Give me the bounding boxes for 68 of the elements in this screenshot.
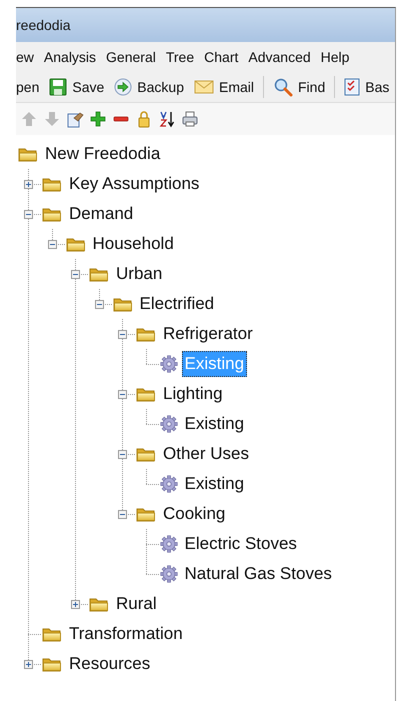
menu-item[interactable]: Analysis xyxy=(38,46,102,68)
menu-item[interactable]: ew xyxy=(16,46,39,68)
outline-node[interactable]: Refrigerator xyxy=(160,321,256,347)
folder-icon xyxy=(42,656,62,672)
collapse-icon[interactable] xyxy=(71,270,80,278)
outline-node[interactable]: Key Assumptions xyxy=(66,171,202,197)
toolbar-button[interactable]: Bas xyxy=(339,76,394,98)
backup-icon xyxy=(114,78,132,96)
sort-icon[interactable] xyxy=(158,110,176,128)
collapse-icon[interactable] xyxy=(118,510,127,518)
expand-icon[interactable] xyxy=(71,600,80,608)
outline-node[interactable]: Household xyxy=(90,231,177,257)
toolbar-button[interactable]: Save xyxy=(44,76,110,98)
outline-node[interactable]: Existing xyxy=(182,471,248,497)
toolbar-button[interactable]: pen xyxy=(16,77,44,97)
properties-icon[interactable] xyxy=(66,110,84,128)
collapse-icon[interactable] xyxy=(94,300,104,308)
toolbar-button[interactable]: Find xyxy=(268,75,330,99)
outline-node[interactable]: Resources xyxy=(66,651,154,677)
folder-icon xyxy=(18,146,38,162)
folder-icon xyxy=(42,176,62,192)
outline-node[interactable]: New Freedodia xyxy=(42,141,164,167)
folder-icon xyxy=(89,266,109,282)
collapse-icon[interactable] xyxy=(118,330,127,338)
outline-node[interactable]: Demand xyxy=(66,201,136,227)
envelope-icon xyxy=(194,79,214,95)
gear-icon xyxy=(160,475,178,493)
outline-node[interactable]: Urban xyxy=(113,261,166,287)
gear-icon xyxy=(160,415,178,433)
outline-node[interactable]: Electrified xyxy=(136,291,218,317)
folder-icon xyxy=(42,626,62,642)
outline-node[interactable]: Other Uses xyxy=(160,441,252,467)
gear-icon xyxy=(160,565,178,583)
expand-icon[interactable] xyxy=(24,660,33,668)
gear-icon xyxy=(160,535,178,553)
expand-icon[interactable] xyxy=(24,180,33,188)
collapse-icon[interactable] xyxy=(118,450,127,458)
outline-node[interactable]: Natural Gas Stoves xyxy=(182,561,335,587)
folder-icon xyxy=(112,296,132,312)
window-title: reedodia xyxy=(16,17,70,33)
outline-node[interactable]: Rural xyxy=(113,591,160,617)
folder-icon xyxy=(136,446,156,462)
search-icon xyxy=(273,77,293,97)
toolbar-button[interactable]: Email xyxy=(188,77,259,97)
outline-node[interactable]: Lighting xyxy=(160,381,226,407)
folder-icon xyxy=(136,386,156,402)
folder-icon xyxy=(136,506,156,522)
checklist-icon xyxy=(344,78,360,96)
menu-item[interactable]: Help xyxy=(316,46,354,68)
collapse-icon[interactable] xyxy=(118,390,127,398)
toolbar-button[interactable]: Backup xyxy=(109,76,189,98)
outline-node[interactable]: Electric Stoves xyxy=(182,531,300,557)
outline-node[interactable]: Transformation xyxy=(66,621,186,647)
collapse-icon[interactable] xyxy=(24,210,33,218)
menu-item[interactable]: Advanced xyxy=(243,46,316,68)
outline-node[interactable]: Existing xyxy=(182,411,248,437)
folder-icon xyxy=(89,596,109,612)
folder-icon xyxy=(66,236,86,252)
outline-node[interactable]: Cooking xyxy=(160,501,228,527)
printer-icon[interactable] xyxy=(181,110,199,128)
folder-icon xyxy=(42,206,62,222)
gear-icon xyxy=(160,355,178,373)
folder-icon xyxy=(136,326,156,342)
menu-item[interactable]: Tree xyxy=(160,46,200,68)
menu-item[interactable]: General xyxy=(101,46,161,68)
collapse-icon[interactable] xyxy=(48,240,56,248)
menu-item[interactable]: Chart xyxy=(199,46,244,68)
plus-icon[interactable] xyxy=(89,110,107,128)
